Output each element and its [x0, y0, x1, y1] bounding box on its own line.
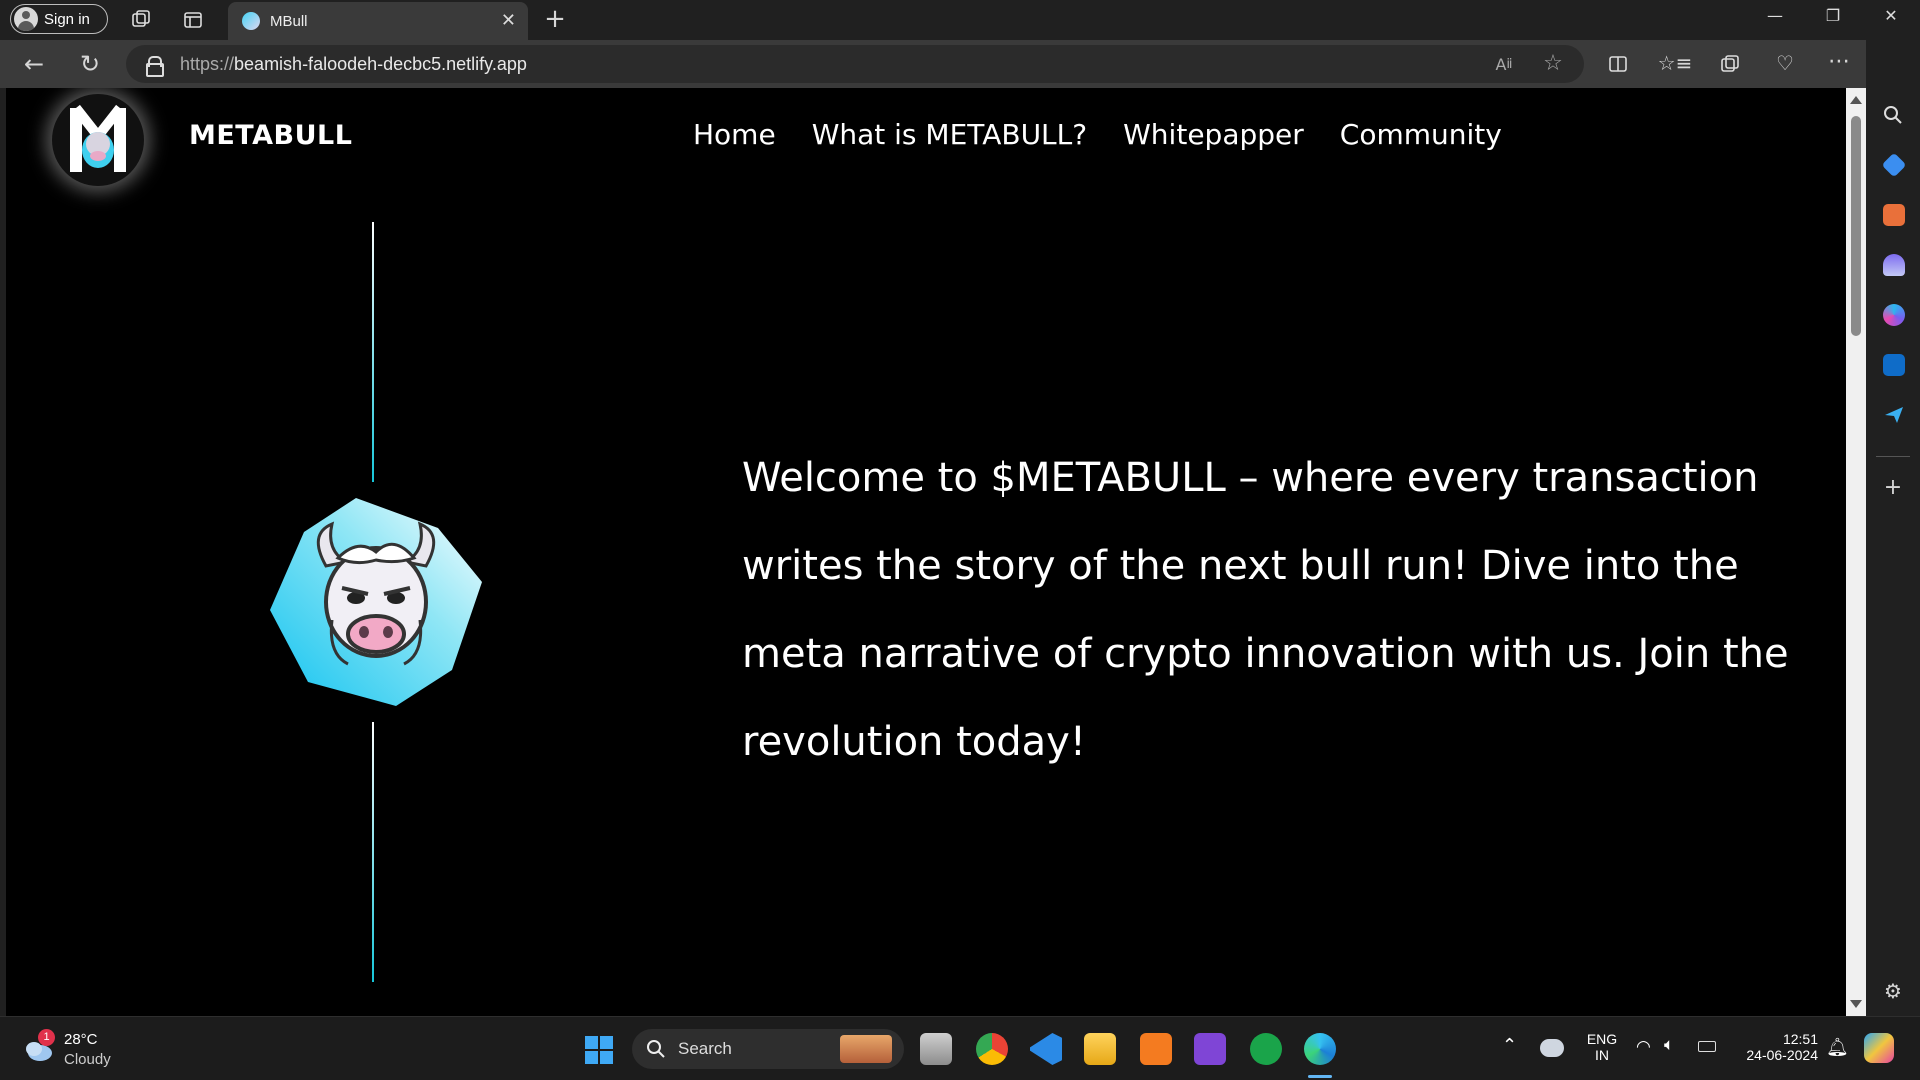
bull-mascot-image — [268, 494, 484, 710]
refresh-icon[interactable]: ↻ — [76, 50, 104, 78]
sidebar-search-icon[interactable] — [1880, 102, 1906, 128]
notification-bell-icon[interactable]: 🔔︎ — [1826, 1037, 1849, 1058]
collections-icon[interactable] — [1718, 52, 1742, 76]
url-host: beamish-faloodeh-decbc5.netlify.app — [234, 53, 527, 74]
address-bar[interactable]: https://beamish-faloodeh-decbc5.netlify.… — [126, 45, 1584, 83]
clock-time: 12:51 — [1782, 1031, 1818, 1047]
weather-badge: 1 — [38, 1029, 55, 1046]
vscode-icon[interactable] — [1030, 1033, 1062, 1065]
shopping-tag-icon[interactable] — [1881, 152, 1907, 178]
weather-temp[interactable]: 28°C — [64, 1031, 98, 1048]
add-sidebar-app-icon[interactable]: + — [1880, 474, 1906, 500]
decorative-line-top — [372, 222, 374, 482]
nav-whitepapper[interactable]: Whitepapper — [1123, 118, 1304, 151]
clock[interactable]: 12:51 24-06-2024 — [1740, 1031, 1818, 1063]
metabull-logo[interactable] — [52, 94, 144, 186]
windows-start-icon[interactable] — [584, 1035, 614, 1065]
volume-icon[interactable]: 🔈︎ — [1664, 1035, 1674, 1055]
nav-home[interactable]: Home — [693, 118, 776, 151]
hero-line: meta narrative of crypto innovation with… — [742, 631, 1789, 677]
minimize-icon[interactable]: — — [1752, 6, 1798, 25]
decorative-line-bottom — [372, 722, 374, 982]
copilot-taskbar-icon[interactable] — [1864, 1033, 1894, 1063]
tab-title: MBull — [270, 12, 308, 30]
battery-icon[interactable] — [1698, 1041, 1716, 1052]
read-aloud-icon[interactable]: Aⅱ — [1492, 52, 1516, 76]
new-tab-icon[interactable]: + — [542, 4, 568, 34]
edge-sidebar: + ⚙ — [1866, 40, 1920, 1016]
app-icon[interactable] — [1194, 1033, 1226, 1065]
weather-desc[interactable]: Cloudy — [64, 1051, 111, 1068]
edge-icon[interactable] — [1304, 1033, 1336, 1065]
browser-essentials-icon[interactable]: ♡ — [1772, 50, 1798, 76]
chrome-icon[interactable] — [976, 1033, 1008, 1065]
games-icon[interactable] — [1883, 254, 1905, 276]
tab-actions-icon[interactable] — [180, 8, 206, 32]
main-nav: Home What is METABULL? Whitepapper Commu… — [693, 118, 1502, 151]
scroll-up-arrow-icon[interactable] — [1850, 96, 1862, 104]
back-arrow-icon[interactable]: ← — [20, 50, 48, 78]
language-indicator[interactable]: ENG IN — [1586, 1031, 1618, 1063]
scroll-thumb[interactable] — [1851, 116, 1861, 336]
clock-date: 24-06-2024 — [1746, 1047, 1818, 1063]
tab-mbull[interactable]: MBull ✕ — [228, 2, 528, 40]
favorite-star-icon[interactable]: ☆ — [1540, 50, 1566, 76]
split-screen-icon[interactable] — [1606, 52, 1630, 76]
bull-favicon-icon — [242, 12, 260, 30]
file-explorer-icon[interactable] — [1084, 1033, 1116, 1065]
search-label: Search — [678, 1039, 732, 1058]
tools-icon[interactable] — [1883, 204, 1905, 226]
nav-what-is-metabull[interactable]: What is METABULL? — [812, 118, 1087, 151]
onedrive-icon[interactable] — [1540, 1039, 1564, 1057]
windows-taskbar: 1 28°C Cloudy Search ⌃ ENG IN ◠ 🔈︎ 12:51… — [0, 1016, 1920, 1080]
search-icon — [647, 1040, 665, 1058]
scroll-down-arrow-icon[interactable] — [1850, 1000, 1862, 1008]
xbox-icon[interactable] — [1250, 1033, 1282, 1065]
search-highlight-icon — [840, 1035, 892, 1063]
close-window-icon[interactable]: ✕ — [1868, 6, 1914, 25]
brand-name[interactable]: METABULL — [189, 120, 352, 151]
microsoft-365-icon[interactable] — [1883, 304, 1905, 326]
sign-in-label: Sign in — [44, 10, 90, 28]
more-options-icon[interactable]: ⋯ — [1826, 48, 1852, 74]
show-hidden-icons-chevron-icon[interactable]: ⌃ — [1502, 1035, 1517, 1056]
sidebar-settings-gear-icon[interactable]: ⚙ — [1880, 978, 1906, 1004]
task-view-icon[interactable] — [920, 1033, 952, 1065]
browser-tab-bar: Sign in MBull ✕ + — ❐ ✕ — [0, 0, 1920, 40]
send-icon[interactable] — [1883, 404, 1905, 426]
close-tab-icon[interactable]: ✕ — [501, 10, 516, 31]
outlook-icon[interactable] — [1883, 354, 1905, 376]
hero-text: Welcome to $METABULL – where every trans… — [742, 434, 1822, 786]
active-app-indicator — [1308, 1075, 1332, 1078]
restore-icon[interactable]: ❐ — [1810, 6, 1856, 25]
lang-line1: ENG — [1586, 1031, 1618, 1047]
sidebar-divider — [1876, 456, 1910, 457]
lang-line2: IN — [1595, 1047, 1609, 1063]
profile-avatar-icon — [14, 7, 38, 31]
hero-line: writes the story of the next bull run! D… — [742, 543, 1739, 589]
web-page: METABULL Home What is METABULL? Whitepap… — [6, 88, 1846, 1016]
page-scrollbar[interactable] — [1846, 88, 1866, 1016]
hero-line: Welcome to $METABULL – where every trans… — [742, 455, 1759, 501]
workspaces-icon[interactable] — [128, 8, 154, 32]
sign-in-button[interactable]: Sign in — [10, 4, 108, 34]
url-protocol: https:// — [180, 53, 235, 74]
xampp-icon[interactable] — [1140, 1033, 1172, 1065]
browser-toolbar: ← ↻ https://beamish-faloodeh-decbc5.netl… — [0, 40, 1920, 88]
taskbar-search[interactable]: Search — [632, 1029, 904, 1069]
hero-line: revolution today! — [742, 719, 1086, 765]
nav-community[interactable]: Community — [1340, 118, 1502, 151]
weather-cloud-icon[interactable]: 1 — [22, 1029, 56, 1065]
wifi-icon[interactable]: ◠ — [1636, 1037, 1651, 1057]
favorites-icon[interactable]: ☆≡ — [1658, 50, 1693, 76]
lock-icon — [146, 56, 164, 77]
